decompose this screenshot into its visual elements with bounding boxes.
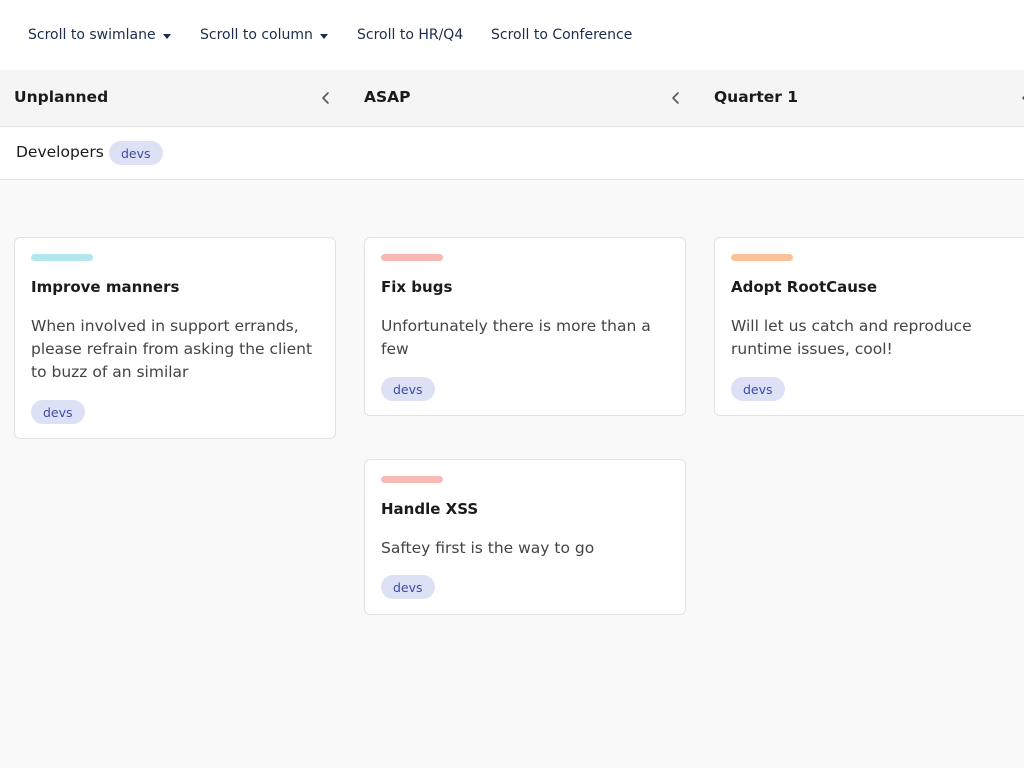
card-description: Unfortunately there is more than a few (381, 317, 651, 358)
chevron-left-icon[interactable] (668, 90, 684, 106)
column-header-row: Unplanned ASAP Quarter 1 (0, 70, 1024, 127)
card-tag: devs (731, 377, 785, 401)
card-title: Adopt RootCause (731, 278, 878, 296)
scroll-to-column-button[interactable]: Scroll to column (200, 24, 328, 46)
scroll-to-swimlane-button[interactable]: Scroll to swimlane (28, 24, 171, 46)
card-color-bar (31, 254, 93, 261)
card-adopt-rootcause[interactable]: Adopt RootCause Will let us catch and re… (714, 237, 1024, 416)
column-title-unplanned: Unplanned (14, 88, 109, 106)
card-title: Improve manners (31, 278, 180, 296)
caret-down-icon (162, 33, 171, 39)
card-description: Saftey first is the way to go (381, 539, 595, 557)
column-title-quarter-1: Quarter 1 (714, 88, 799, 106)
scroll-to-swimlane-label: Scroll to swimlane (28, 27, 156, 43)
card-fix-bugs[interactable]: Fix bugs Unfortunately there is more tha… (364, 237, 686, 416)
card-description: When involved in support errands, please… (31, 317, 313, 381)
card-handle-xss[interactable]: Handle XSS Saftey first is the way to go… (364, 459, 686, 615)
card-tag: devs (31, 400, 85, 424)
chevron-left-icon[interactable] (1018, 90, 1024, 106)
scroll-to-conference-label: Scroll to Conference (491, 27, 633, 43)
card-tag: devs (381, 377, 435, 401)
column-title-asap: ASAP (364, 88, 411, 106)
caret-down-icon (319, 33, 328, 39)
swimlane-title: Developers (16, 143, 104, 161)
scroll-to-hr-q4-label: Scroll to HR/Q4 (357, 27, 464, 43)
card-color-bar (381, 476, 443, 483)
toolbar: Scroll to swimlane Scroll to column Scro… (0, 0, 1024, 70)
chevron-left-icon[interactable] (318, 90, 334, 106)
card-title: Handle XSS (381, 500, 479, 518)
card-improve-manners[interactable]: Improve manners When involved in support… (14, 237, 336, 439)
card-color-bar (731, 254, 793, 261)
scroll-to-hr-q4-button[interactable]: Scroll to HR/Q4 (357, 24, 463, 46)
card-title: Fix bugs (381, 278, 453, 296)
scroll-to-column-label: Scroll to column (200, 27, 313, 43)
card-color-bar (381, 254, 443, 261)
swimlane-tag: devs (109, 141, 163, 165)
card-tag: devs (381, 575, 435, 599)
scroll-to-conference-button[interactable]: Scroll to Conference (491, 24, 632, 46)
card-description: Will let us catch and reproduce runtime … (731, 317, 972, 358)
